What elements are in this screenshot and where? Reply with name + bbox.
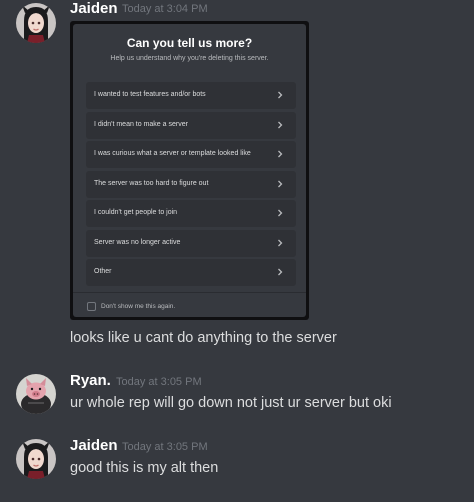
option-no-longer-active[interactable]: Server was no longer active: [86, 230, 296, 257]
girl-avatar-icon: [16, 3, 56, 43]
option-label: Other: [94, 268, 112, 275]
message-group-3: Jaiden Today at 3:05 PM good this is my …: [0, 437, 474, 482]
option-label: The server was too hard to figure out: [94, 180, 209, 187]
timestamp: Today at 3:05 PM: [116, 376, 202, 388]
option-label: Server was no longer active: [94, 239, 181, 246]
option-label: I didn't mean to make a server: [94, 121, 188, 128]
message-text: ur whole rep will go down not just ur se…: [70, 395, 392, 411]
option-label: I was curious what a server or template …: [94, 150, 251, 157]
option-label: I couldn't get people to join: [94, 209, 178, 216]
chevron-right-icon: [278, 268, 283, 276]
message-group-1: Jaiden Today at 3:04 PM Can you tell us …: [0, 0, 474, 350]
option-curious[interactable]: I was curious what a server or template …: [86, 141, 296, 168]
option-didnt-mean[interactable]: I didn't mean to make a server: [86, 112, 296, 139]
option-other[interactable]: Other: [86, 259, 296, 286]
option-too-hard[interactable]: The server was too hard to figure out: [86, 171, 296, 198]
chevron-right-icon: [278, 121, 283, 129]
modal-subtitle: Help us understand why you're deleting t…: [110, 55, 269, 62]
author-name[interactable]: Jaiden: [70, 0, 118, 18]
message-text: good this is my alt then: [70, 460, 219, 476]
dont-show-checkbox[interactable]: [87, 302, 96, 311]
timestamp: Today at 3:04 PM: [122, 3, 208, 15]
option-test-features[interactable]: I wanted to test features and/or bots: [86, 82, 296, 109]
author-name[interactable]: Ryan.: [70, 372, 111, 390]
avatar[interactable]: [16, 439, 56, 479]
girl-avatar-icon: [16, 439, 56, 479]
chevron-right-icon: [278, 150, 283, 158]
pig-avatar-icon: [16, 374, 56, 414]
chevron-right-icon: [278, 209, 283, 217]
modal-title: Can you tell us more?: [126, 36, 253, 50]
chevron-right-icon: [278, 239, 283, 247]
chevron-right-icon: [278, 91, 283, 99]
option-label: I wanted to test features and/or bots: [94, 91, 206, 98]
author-name[interactable]: Jaiden: [70, 437, 118, 455]
modal-divider: [73, 292, 306, 293]
delete-server-modal: Can you tell us more? Help us understand…: [73, 24, 306, 317]
avatar[interactable]: [16, 3, 56, 43]
embedded-screenshot[interactable]: Can you tell us more? Help us understand…: [70, 21, 309, 320]
checkbox-label: Don't show me this again.: [101, 303, 176, 310]
message-text: looks like u cant do anything to the ser…: [70, 330, 337, 346]
chevron-right-icon: [278, 180, 283, 188]
avatar[interactable]: [16, 374, 56, 414]
timestamp: Today at 3:05 PM: [122, 441, 208, 453]
option-couldnt-get-people[interactable]: I couldn't get people to join: [86, 200, 296, 227]
message-group-2: Ryan. Today at 3:05 PM ur whole rep will…: [0, 372, 474, 417]
